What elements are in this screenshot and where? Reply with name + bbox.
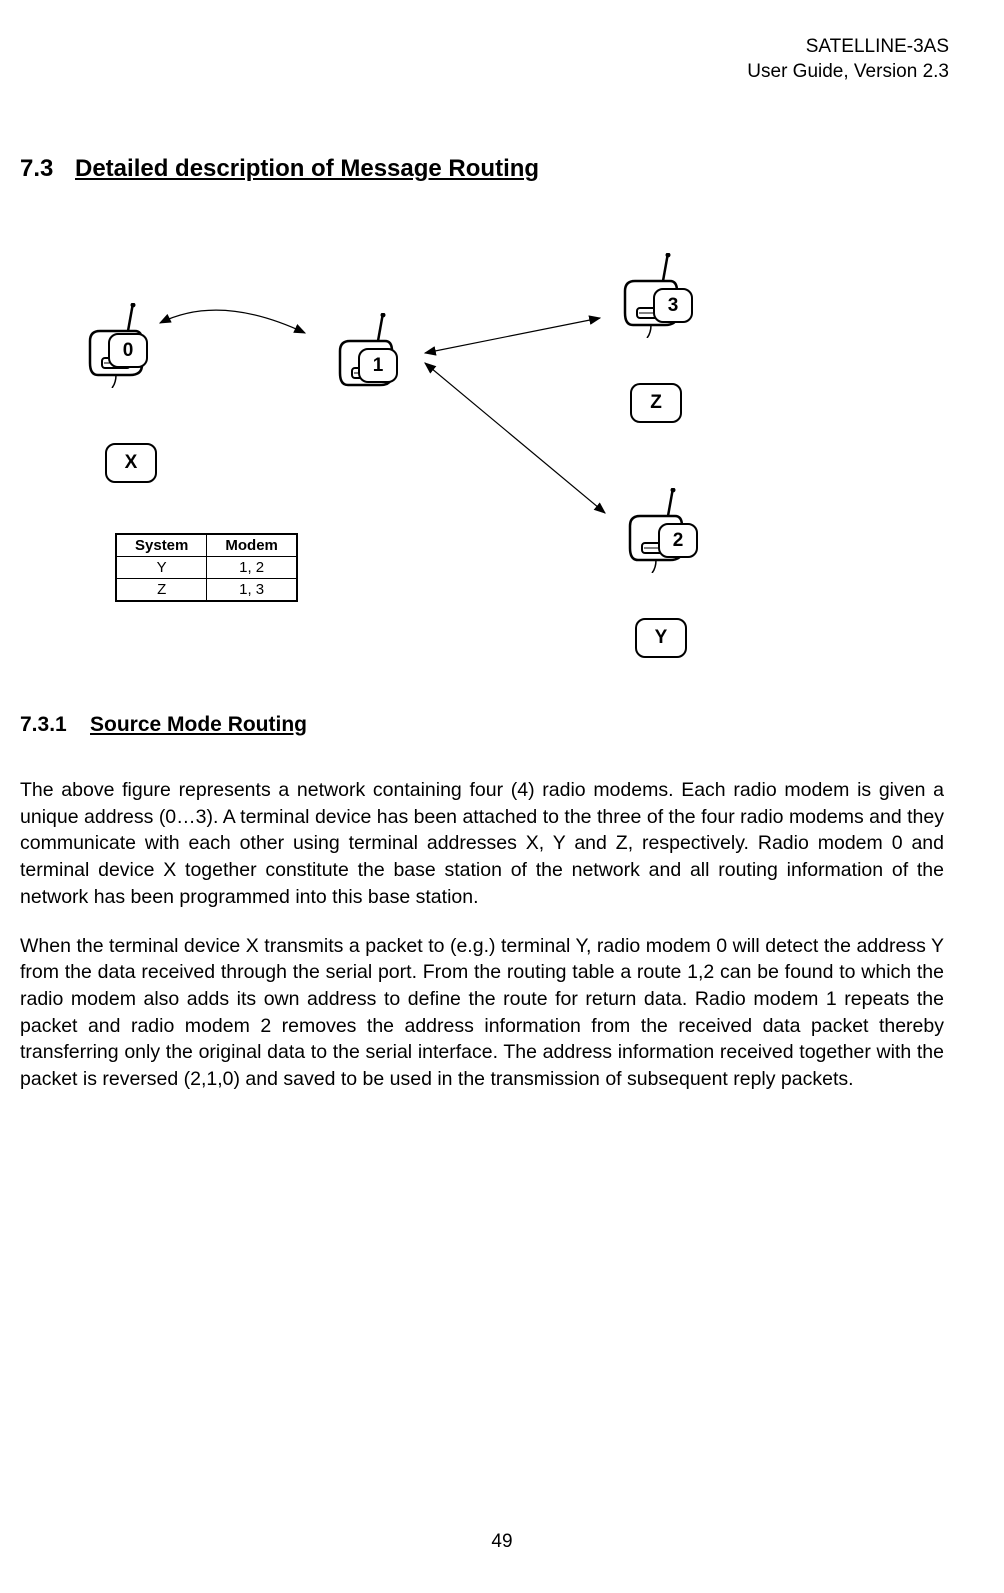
body-paragraph-1: The above figure represents a network co… <box>20 777 944 911</box>
network-diagram: 0 X 1 3 Z <box>20 233 944 683</box>
section-number: 7.3 <box>20 155 75 183</box>
subsection-heading: 7.3.1Source Mode Routing <box>20 713 944 737</box>
modem-3-label: 3 <box>653 288 693 323</box>
table-cell-modem: 1, 3 <box>207 579 297 602</box>
table-header-row: System Modem <box>116 534 297 557</box>
table-header-modem: Modem <box>207 534 297 557</box>
table-cell-system: Z <box>116 579 207 602</box>
modem-0-label: 0 <box>108 333 148 368</box>
routing-table: System Modem Y 1, 2 Z 1, 3 <box>115 533 298 602</box>
modem-3-group: 3 Z <box>615 253 685 343</box>
page-number: 49 <box>491 1531 512 1553</box>
diagram-arrows <box>20 233 944 683</box>
section-title: Detailed description of Message Routing <box>75 155 539 182</box>
modem-2-label: 2 <box>658 523 698 558</box>
section-heading: 7.3Detailed description of Message Routi… <box>20 155 944 183</box>
subsection-title: Source Mode Routing <box>90 713 307 736</box>
header-product: SATELLINE-3AS <box>747 35 949 60</box>
subsection-number: 7.3.1 <box>20 713 90 737</box>
table-row: Y 1, 2 <box>116 557 297 579</box>
table-cell-modem: 1, 2 <box>207 557 297 579</box>
modem-2-group: 2 Y <box>620 488 690 578</box>
terminal-x-label: X <box>105 443 157 483</box>
header-guide: User Guide, Version 2.3 <box>747 60 949 85</box>
body-paragraph-2: When the terminal device X transmits a p… <box>20 933 944 1093</box>
modem-1-label: 1 <box>358 348 398 383</box>
table-row: Z 1, 3 <box>116 579 297 602</box>
modem-0-group: 0 X <box>80 303 150 393</box>
terminal-z-label: Z <box>630 383 682 423</box>
table-cell-system: Y <box>116 557 207 579</box>
terminal-y-label: Y <box>635 618 687 658</box>
modem-1-group: 1 <box>330 313 400 403</box>
header-block: SATELLINE-3AS User Guide, Version 2.3 <box>747 35 949 84</box>
table-header-system: System <box>116 534 207 557</box>
